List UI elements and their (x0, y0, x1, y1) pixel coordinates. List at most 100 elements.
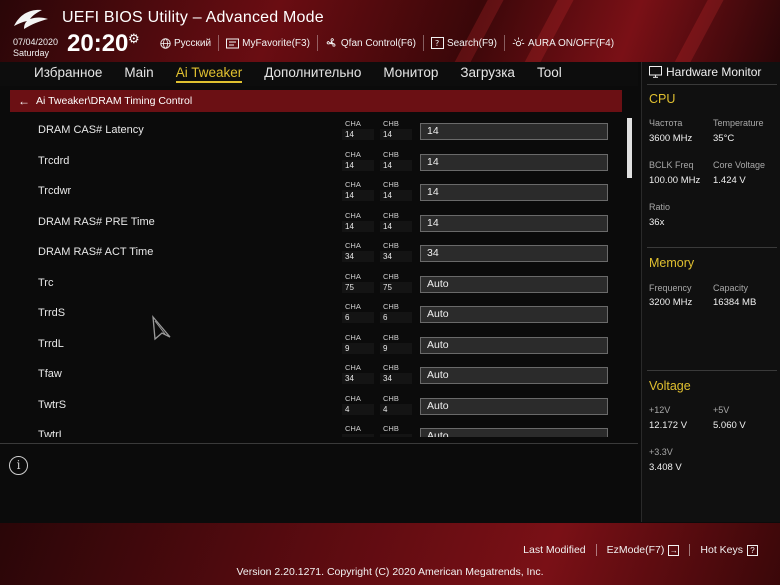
hotkeys-button[interactable]: Hot Keys ? (689, 544, 768, 556)
breadcrumb-path: Ai Tweaker\DRAM Timing Control (36, 95, 193, 107)
setting-value-input[interactable]: 14 (420, 123, 608, 140)
cpu-temp-value: 35°C (713, 133, 735, 144)
setting-row-twtrs[interactable]: TwtrS CHA 4 CHB 4 Auto (0, 390, 620, 421)
setting-row-ras-pre[interactable]: DRAM RAS# PRE Time CHA 14 CHB 14 14 (0, 207, 620, 238)
myfavorite-button[interactable]: MyFavorite(F3) (218, 35, 317, 51)
tab-tool[interactable]: Tool (526, 62, 573, 86)
chb-label: CHB (383, 149, 399, 159)
footer-bar: Last Modified EzMode(F7) → Hot Keys ? Ve… (0, 523, 780, 585)
search-button[interactable]: ? Search(F9) (422, 35, 504, 51)
setting-row-twtrl[interactable]: TwtrL CHA CHB Auto (0, 420, 620, 437)
cpu-temp-label: Temperature (713, 118, 764, 128)
cha-value: 14 (342, 220, 374, 232)
tab-boot[interactable]: Загрузка (449, 62, 526, 86)
cha-readout: CHA 9 (342, 333, 374, 357)
chb-label: CHB (383, 302, 399, 311)
tab-advanced[interactable]: Дополнительно (253, 62, 372, 86)
help-icon: ? (747, 544, 758, 556)
setting-value-input[interactable]: Auto (420, 306, 608, 323)
chb-readout: CHB 4 (380, 394, 412, 418)
scrollbar[interactable] (627, 118, 632, 178)
section-divider (647, 247, 777, 248)
cha-readout: CHA (342, 424, 374, 437)
mouse-cursor-icon (152, 315, 171, 341)
chb-readout: CHB 14 (380, 211, 412, 235)
setting-value-input[interactable]: Auto (420, 397, 608, 415)
setting-value-input[interactable]: 14 (420, 184, 608, 201)
tab-tool-label: Tool (536, 65, 562, 80)
section-divider (647, 84, 777, 85)
setting-row-trc[interactable]: Trc CHA 75 CHB 75 Auto (0, 268, 620, 299)
cpu-freq-value: 3600 MHz (649, 133, 693, 144)
cha-readout: CHA 4 (342, 394, 374, 418)
v33-label: +3.3V (649, 447, 673, 457)
setting-row-tfaw[interactable]: Tfaw CHA 34 CHB 34 Auto (0, 359, 620, 390)
setting-value-input[interactable]: Auto (420, 336, 608, 354)
cha-value (342, 434, 374, 437)
setting-value-input[interactable]: 14 (420, 153, 608, 171)
setting-value-input[interactable]: 34 (420, 245, 608, 262)
cha-readout: CHA 34 (342, 363, 374, 387)
chb-label: CHB (383, 119, 399, 128)
chb-label: CHB (383, 241, 399, 250)
v12-label: +12V (649, 405, 671, 415)
setting-value-input[interactable]: Auto (420, 275, 608, 293)
language-button[interactable]: Русский (160, 35, 218, 51)
chb-value: 9 (380, 342, 412, 354)
qfan-button[interactable]: Qfan Control(F6) (316, 35, 423, 51)
gear-icon[interactable]: ⚙ (128, 31, 140, 47)
tab-ai-tweaker-label: Ai Tweaker (175, 65, 243, 83)
back-arrow-icon[interactable]: ← (18, 94, 30, 108)
setting-row-cas-latency[interactable]: DRAM CAS# Latency CHA 14 CHB 14 14 (0, 115, 620, 146)
cpu-title: CPU (649, 92, 676, 106)
tab-main[interactable]: Main (113, 62, 164, 86)
cha-value: 14 (342, 190, 374, 201)
setting-row-trrds[interactable]: TrrdS CHA 6 CHB 6 Auto (0, 298, 620, 329)
cha-value: 9 (342, 342, 374, 354)
cha-readout: CHA 14 (342, 150, 374, 174)
cha-label: CHA (345, 210, 361, 220)
hw-monitor-title-text: Hardware Monitor (666, 65, 762, 79)
vcore-value: 1.424 V (713, 175, 746, 186)
aura-button[interactable]: AURA ON/OFF(F4) (503, 35, 621, 51)
chb-value: 14 (380, 190, 412, 201)
setting-value-input[interactable]: Auto (420, 367, 608, 384)
setting-row-trrdl[interactable]: TrrdL CHA 9 CHB 9 Auto (0, 329, 620, 360)
tab-ai-tweaker[interactable]: Ai Tweaker (165, 62, 254, 86)
last-modified-button[interactable]: Last Modified (513, 544, 595, 556)
tab-favorites[interactable]: Избранное (0, 62, 113, 86)
date-display: 07/04/2020 Saturday (13, 37, 58, 59)
setting-label: DRAM RAS# ACT Time (38, 246, 154, 258)
chb-readout: CHB (380, 424, 412, 437)
exit-arrow-icon: → (668, 544, 680, 556)
settings-list: DRAM CAS# Latency CHA 14 CHB 14 14 Trcdrd … (0, 115, 620, 437)
setting-value-input[interactable]: 14 (420, 214, 608, 232)
v5-value: 5.060 V (713, 420, 746, 431)
cha-value: 6 (342, 312, 374, 323)
v33-value: 3.408 V (649, 462, 682, 473)
chb-label: CHB (383, 332, 399, 342)
tab-favorites-label: Избранное (34, 65, 103, 80)
setting-row-trcdrd[interactable]: Trcdrd CHA 14 CHB 14 14 (0, 146, 620, 177)
setting-label: DRAM RAS# PRE Time (38, 215, 155, 228)
ezmode-button[interactable]: EzMode(F7) → (595, 544, 690, 556)
hotkeys-label: Hot Keys (700, 544, 743, 556)
setting-value-input[interactable]: Auto (420, 428, 608, 437)
chb-label: CHB (383, 363, 399, 372)
tab-main-label: Main (124, 65, 154, 80)
tab-advanced-label: Дополнительно (264, 65, 362, 80)
setting-row-trcdwr[interactable]: Trcdwr CHA 14 CHB 14 14 (0, 176, 620, 207)
setting-row-ras-act[interactable]: DRAM RAS# ACT Time CHA 34 CHB 34 34 (0, 237, 620, 268)
section-divider (647, 370, 777, 371)
ezmode-label: EzMode(F7) (606, 544, 665, 556)
tab-monitor[interactable]: Монитор (372, 62, 449, 86)
v5-label: +5V (713, 405, 730, 415)
cha-label: CHA (345, 119, 361, 128)
chb-value: 14 (380, 129, 412, 140)
chb-value: 14 (380, 159, 412, 171)
myfavorite-label: MyFavorite(F3) (242, 37, 310, 49)
chb-label: CHB (383, 180, 399, 189)
breadcrumb[interactable]: ← Ai Tweaker\DRAM Timing Control (10, 90, 622, 112)
chb-readout: CHB 14 (380, 180, 412, 204)
chb-readout: CHB 9 (380, 333, 412, 357)
